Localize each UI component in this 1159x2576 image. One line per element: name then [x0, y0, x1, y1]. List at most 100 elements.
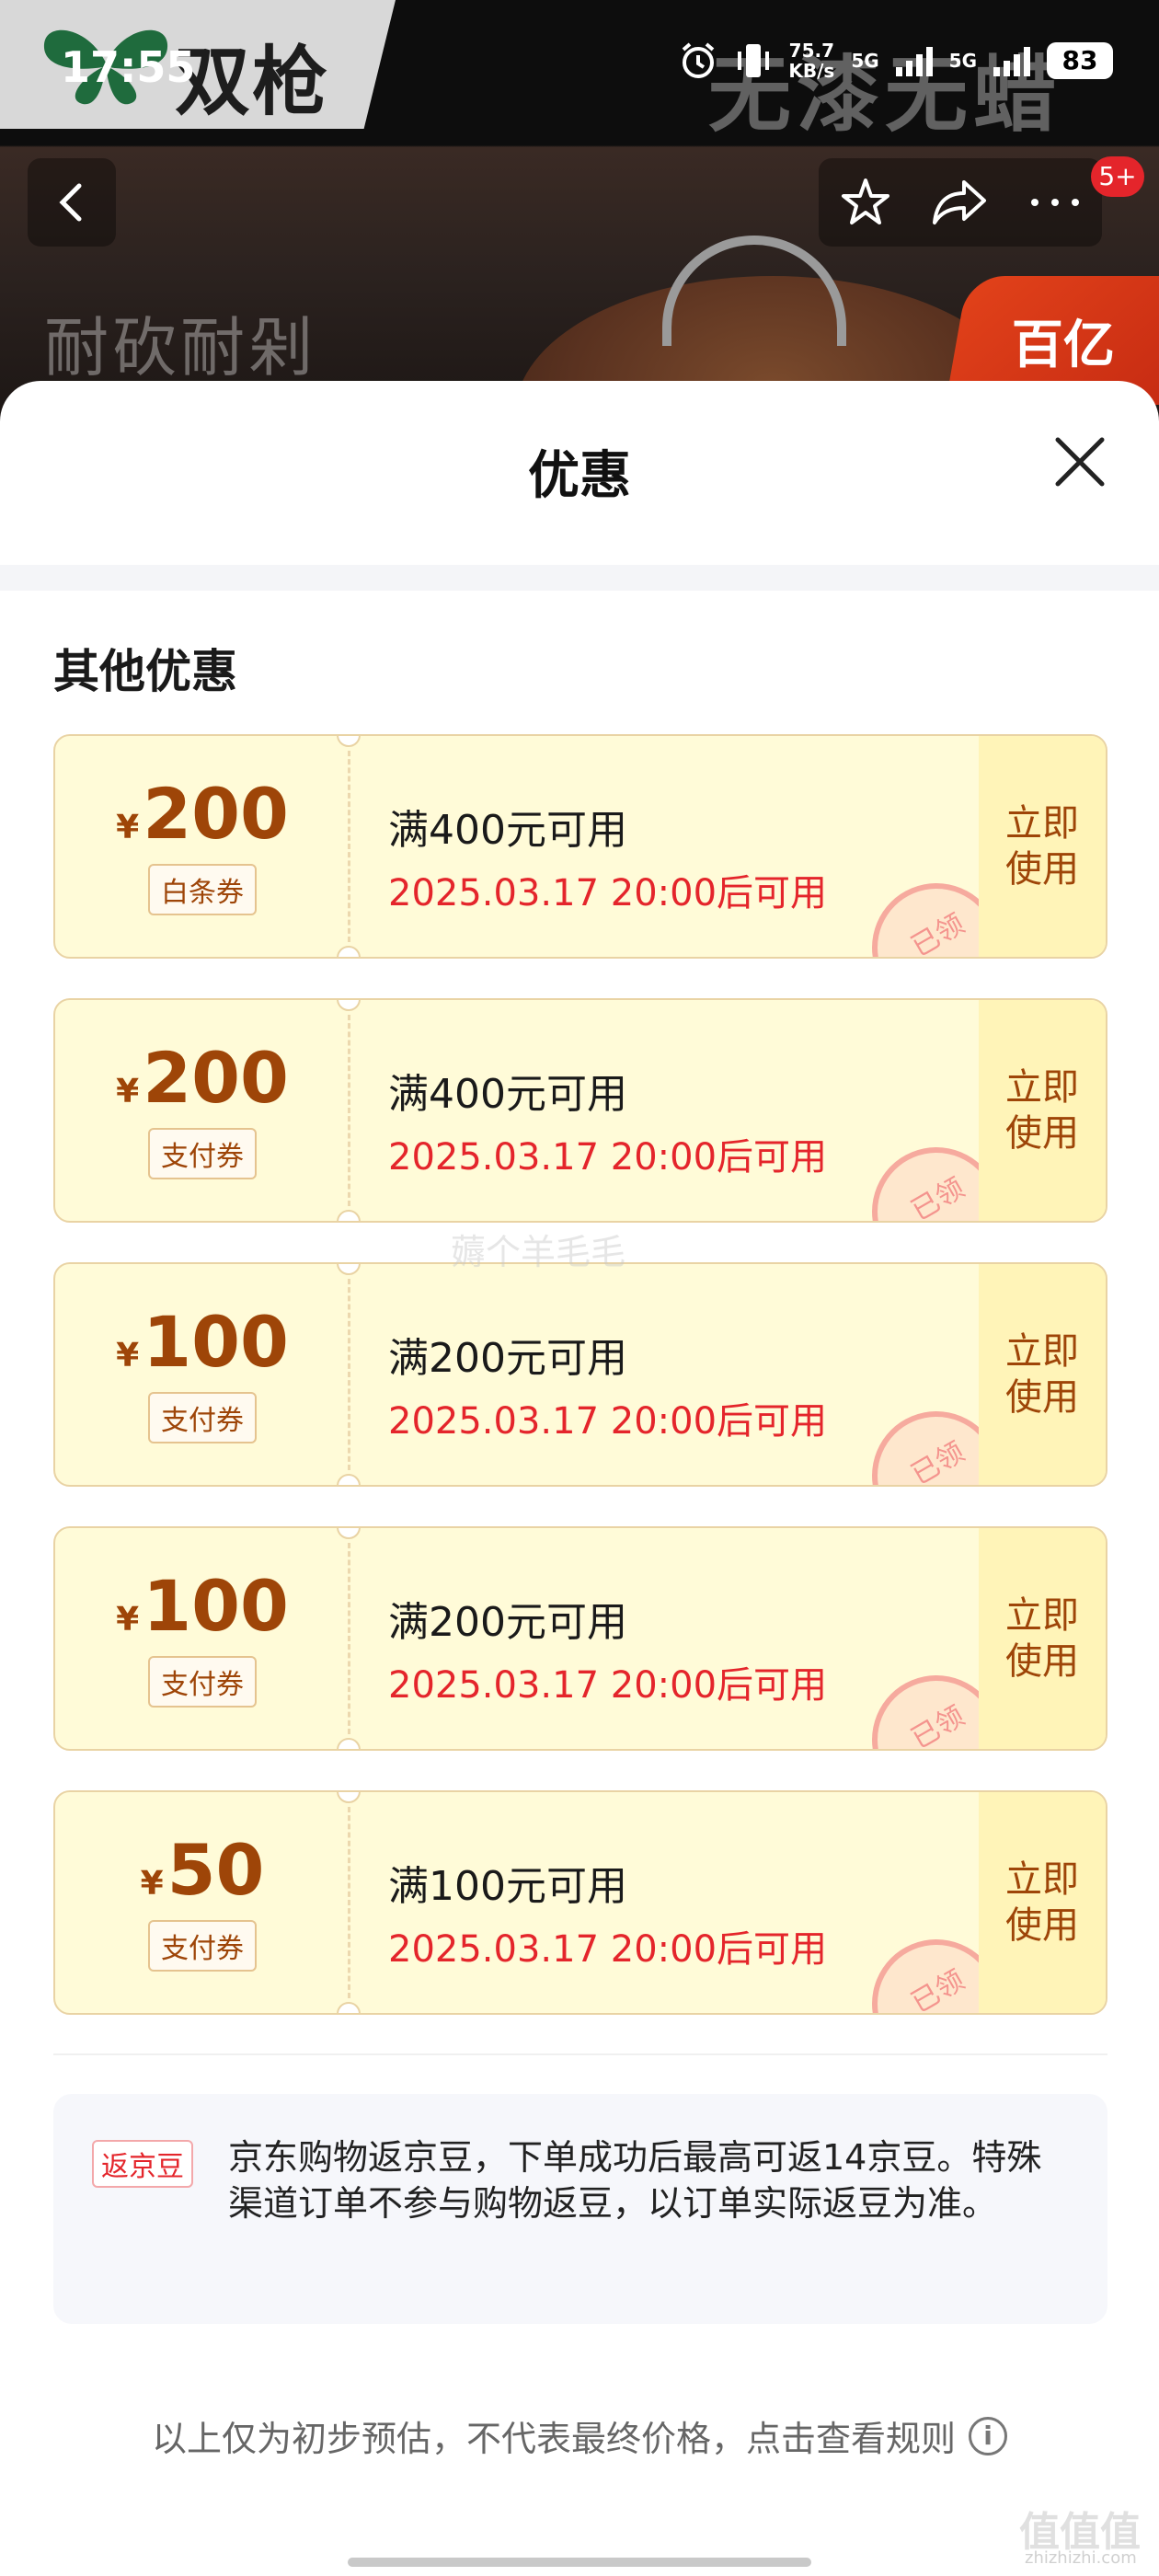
currency-symbol: ¥ [116, 809, 140, 846]
signal-bars-icon [895, 45, 933, 76]
share-icon[interactable] [931, 177, 990, 228]
coupon-details: 满100元可用 2025.03.17 20:00后可用 [388, 1853, 827, 1972]
coupon-valid-date: 2025.03.17 20:00后可用 [388, 872, 828, 914]
coupon-amount: ¥50 [141, 1834, 265, 1907]
coupon-valid-date: 2025.03.17 20:00后可用 [388, 1928, 828, 1971]
watermark-text: 薅个羊毛毛 [451, 1232, 626, 1272]
coupon-divider [348, 1279, 350, 1470]
coupon-details: 满200元可用 2025.03.17 20:00后可用 [388, 1325, 827, 1444]
signal-bars-icon-2 [993, 45, 1030, 76]
alarm-icon [683, 42, 715, 78]
coupon-amount: ¥200 [116, 777, 289, 851]
coupon-amount: ¥100 [116, 1305, 289, 1379]
coupon-value-area: ¥200 白条券 [55, 736, 350, 957]
coupon-notch [337, 1474, 361, 1485]
claimed-stamp-text: 已领 [906, 1699, 970, 1751]
network-speed: 75.7 KB/s [788, 40, 834, 81]
coupon-divider [348, 1015, 350, 1206]
coupon-type-tag: 支付券 [148, 1920, 257, 1972]
currency-symbol: ¥ [116, 1073, 140, 1110]
coupon-details: 满200元可用 2025.03.17 20:00后可用 [388, 1589, 827, 1708]
use-now-button[interactable]: 立即使用 [979, 1528, 1106, 1749]
claimed-stamp-text: 已领 [906, 1171, 970, 1223]
coupon-card[interactable]: ¥50 支付券 满100元可用 2025.03.17 20:00后可用 已领 立… [53, 1790, 1107, 2015]
coupon-valid-date: 2025.03.17 20:00后可用 [388, 1136, 828, 1179]
back-button[interactable] [28, 158, 116, 247]
coupon-details: 满400元可用 2025.03.17 20:00后可用 [388, 797, 827, 916]
coupon-amount-value: 200 [143, 773, 289, 855]
jd-beans-tag: 返京豆 [92, 2140, 193, 2188]
coupon-divider [348, 751, 350, 942]
use-now-label: 立即使用 [1005, 802, 1079, 891]
use-now-button[interactable]: 立即使用 [979, 1792, 1106, 2013]
coupon-amount-value: 100 [143, 1565, 289, 1647]
coupon-card[interactable]: ¥200 白条券 满400元可用 2025.03.17 20:00后可用 已领 … [53, 734, 1107, 959]
home-indicator[interactable] [348, 2558, 811, 2567]
currency-symbol: ¥ [116, 1601, 140, 1639]
info-icon: i [969, 2416, 1007, 2455]
coupon-divider [348, 1543, 350, 1734]
coupon-condition: 满200元可用 [388, 1335, 627, 1382]
jd-beans-description: 京东购物返京豆，下单成功后最高可返14京豆。特殊渠道订单不参与购物返豆，以订单实… [228, 2137, 1042, 2224]
estimate-note-text: 以上仅为初步预估，不代表最终价格，点击查看规则 [151, 2419, 956, 2459]
estimate-rules-link[interactable]: 以上仅为初步预估，不代表最终价格，点击查看规则 i [0, 2410, 1159, 2461]
speed-value: 75.7 [788, 40, 835, 62]
sheet-title: 优惠 [528, 446, 631, 506]
coupon-card[interactable]: ¥100 支付券 满200元可用 2025.03.17 20:00后可用 已领 … [53, 1526, 1107, 1751]
site-watermark-url: zhizhizhi.com [1025, 2548, 1137, 2568]
network-type-2: 5G [948, 50, 977, 72]
coupon-value-area: ¥50 支付券 [55, 1792, 350, 2013]
vibrate-icon [738, 44, 770, 77]
coupon-valid-date: 2025.03.17 20:00后可用 [388, 1400, 828, 1443]
promo-badge-text: 百亿 [1011, 316, 1115, 375]
banner-slogan-secondary: 耐砍耐剁 [44, 310, 316, 385]
coupon-value-area: ¥100 支付券 [55, 1264, 350, 1485]
coupon-value-area: ¥200 支付券 [55, 1000, 350, 1221]
cutting-board-handle [662, 236, 846, 346]
currency-symbol: ¥ [116, 1337, 140, 1374]
coupon-condition: 满200元可用 [388, 1599, 627, 1646]
coupon-notch [337, 1210, 361, 1221]
coupon-type-tag: 支付券 [148, 1128, 257, 1179]
more-icon[interactable] [1027, 193, 1083, 212]
section-separator [0, 565, 1159, 591]
coupon-condition: 满100元可用 [388, 1863, 627, 1910]
coupon-details: 满400元可用 2025.03.17 20:00后可用 [388, 1061, 827, 1180]
use-now-button[interactable]: 立即使用 [979, 1264, 1106, 1485]
coupon-divider [348, 1807, 350, 1998]
coupon-amount-value: 200 [143, 1037, 289, 1119]
coupon-amount-value: 100 [143, 1301, 289, 1383]
coupon-amount: ¥100 [116, 1570, 289, 1643]
coupon-amount-value: 50 [166, 1829, 265, 1911]
currency-symbol: ¥ [140, 1865, 164, 1903]
coupon-card[interactable]: ¥200 支付券 满400元可用 2025.03.17 20:00后可用 已领 … [53, 998, 1107, 1223]
content-divider [53, 2053, 1107, 2055]
coupon-type-tag: 支付券 [148, 1392, 257, 1443]
close-icon[interactable] [1050, 432, 1109, 491]
use-now-button[interactable]: 立即使用 [979, 1000, 1106, 1221]
status-icons: 75.7 KB/s 5G 5G 83 [678, 40, 1113, 81]
use-now-button[interactable]: 立即使用 [979, 736, 1106, 957]
coupon-type-tag: 白条券 [148, 864, 257, 915]
speed-unit: KB/s [788, 60, 835, 82]
section-title-other-discounts: 其他优惠 [53, 645, 237, 698]
coupon-condition: 满400元可用 [388, 807, 627, 854]
claimed-stamp-text: 已领 [906, 1435, 970, 1487]
coupon-amount: ¥200 [116, 1041, 289, 1115]
jd-beans-info: 返京豆 京东购物返京豆，下单成功后最高可返14京豆。特殊渠道订单不参与购物返豆，… [53, 2094, 1107, 2324]
claimed-stamp-text: 已领 [906, 907, 970, 959]
use-now-label: 立即使用 [1005, 1594, 1079, 1683]
coupon-valid-date: 2025.03.17 20:00后可用 [388, 1664, 828, 1707]
discount-sheet: 优惠 其他优惠 ¥200 白条券 满400元可用 2025.03.17 20:0… [0, 381, 1159, 2576]
coupon-card[interactable]: ¥100 支付券 满200元可用 2025.03.17 20:00后可用 已领 … [53, 1262, 1107, 1487]
chevron-left-icon [59, 183, 82, 222]
top-action-group [819, 158, 1102, 247]
coupon-value-area: ¥100 支付券 [55, 1528, 350, 1749]
use-now-label: 立即使用 [1005, 1066, 1079, 1155]
coupon-notch [337, 1738, 361, 1749]
battery-level: 83 [1047, 42, 1113, 79]
coupon-notch [337, 2002, 361, 2013]
brand-name: 双枪 [175, 39, 330, 126]
star-icon[interactable] [838, 175, 893, 230]
claimed-stamp-text: 已领 [906, 1963, 970, 2015]
